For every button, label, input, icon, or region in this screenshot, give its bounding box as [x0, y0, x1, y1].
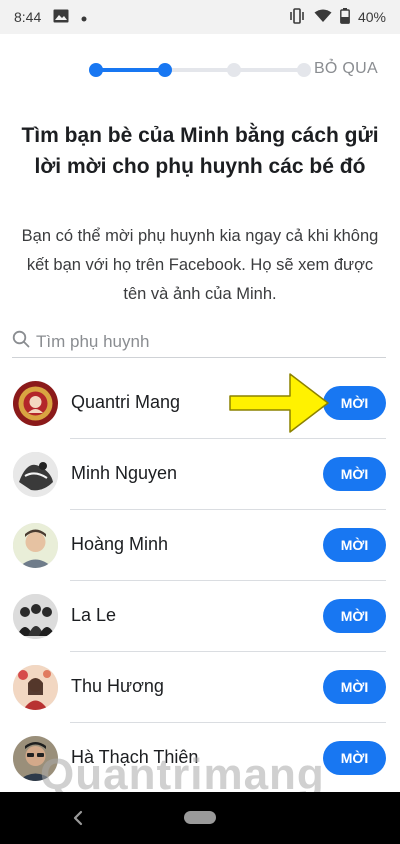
navigation-bar [0, 792, 400, 844]
skip-button[interactable]: BỎ QUA [314, 60, 378, 78]
page-title: Tìm bạn bè của Minh bằng cách gửi lời mờ… [21, 124, 379, 178]
search-bar [12, 326, 386, 358]
wifi-icon [314, 9, 332, 26]
contact-name: Minh Nguyen [71, 463, 178, 483]
list-item: Hoàng Minh MỜI [0, 510, 400, 581]
vibrate-icon [288, 7, 306, 27]
avatar [13, 452, 58, 497]
status-time: 8:44 [14, 9, 42, 25]
contact-name: Hoàng Minh [71, 534, 169, 554]
step-2-dot [158, 63, 172, 77]
image-icon [53, 9, 69, 26]
back-icon[interactable] [68, 806, 88, 830]
avatar [13, 665, 58, 710]
step-4-dot [297, 63, 311, 77]
invite-button[interactable]: MỜI [323, 457, 386, 491]
contact-name: Hà Thạch Thiên [71, 747, 199, 767]
notification-dot-icon [81, 9, 87, 25]
contact-name: La Le [71, 605, 117, 625]
contact-name: Quantri Mang [71, 392, 181, 412]
search-icon [12, 330, 30, 353]
invite-button[interactable]: MỜI [323, 386, 386, 420]
contact-list: Quantri Mang MỜI Minh Nguyen MỜI Hoàng M… [0, 368, 400, 794]
step-3-dot [227, 63, 241, 77]
list-item: La Le MỜI [0, 581, 400, 652]
avatar [13, 594, 58, 639]
avatar [13, 523, 58, 568]
battery-level: 40% [357, 9, 386, 25]
status-bar: 8:44 40% [0, 0, 400, 34]
contact-name: Thu Hương [71, 676, 164, 696]
avatar [13, 381, 58, 426]
page-subtitle: Bạn có thể mời phụ huynh kia ngay cả khi… [21, 227, 379, 303]
battery-icon [340, 7, 350, 27]
invite-button[interactable]: MỜI [323, 599, 386, 633]
invite-button[interactable]: MỜI [323, 670, 386, 704]
arrow-annotation-icon [229, 373, 329, 433]
list-item: Hà Thạch Thiên MỜI [0, 723, 400, 794]
invite-button[interactable]: MỜI [323, 741, 386, 775]
avatar [13, 736, 58, 781]
list-item: Quantri Mang MỜI [0, 368, 400, 439]
list-item: Thu Hương MỜI [0, 652, 400, 723]
invite-button[interactable]: MỜI [323, 528, 386, 562]
search-input[interactable] [30, 331, 366, 352]
step-1-dot [89, 63, 103, 77]
progress-stepper [89, 63, 311, 77]
list-item: Minh Nguyen MỜI [0, 439, 400, 510]
home-button[interactable] [184, 811, 216, 824]
